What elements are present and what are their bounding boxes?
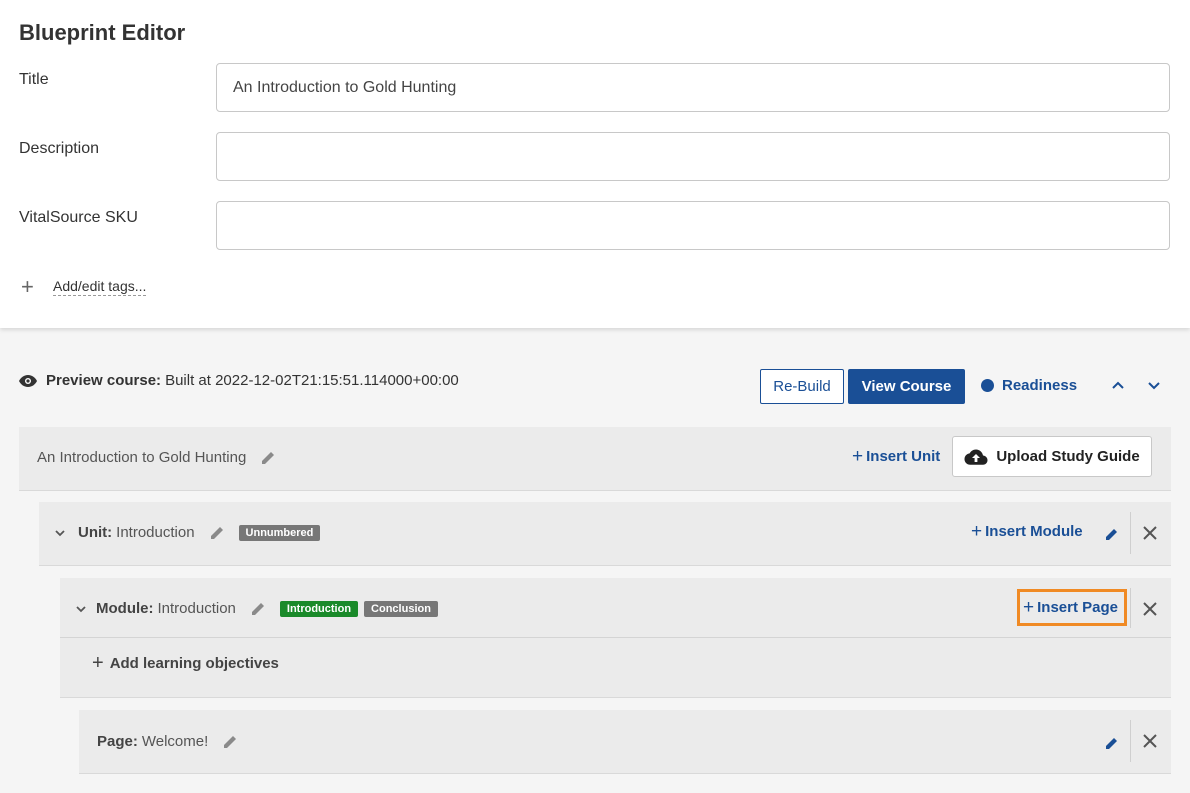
course-title: An Introduction to Gold Hunting: [37, 449, 247, 466]
title-input[interactable]: [216, 63, 1170, 112]
pencil-icon[interactable]: [209, 525, 225, 541]
pencil-icon[interactable]: [260, 450, 276, 466]
unit-title-group: Unit: Introduction Unnumbered: [54, 524, 321, 541]
page-prefix: Page:: [97, 733, 138, 750]
close-icon[interactable]: [1142, 601, 1158, 617]
conclusion-badge: Conclusion: [364, 600, 438, 617]
insert-module-label: Insert Module: [985, 523, 1083, 540]
upload-study-guide-button[interactable]: Upload Study Guide: [952, 436, 1152, 477]
unit-prefix: Unit:: [78, 524, 113, 541]
preview-label: Preview course:: [46, 372, 162, 389]
add-edit-tags-link[interactable]: Add/edit tags...: [53, 278, 147, 296]
page-row: [79, 710, 1171, 774]
divider: [1130, 588, 1131, 628]
module-prefix: Module:: [96, 600, 154, 617]
chevron-up-icon[interactable]: [1110, 377, 1126, 393]
unit-name: Introduction: [116, 524, 195, 541]
close-icon[interactable]: [1142, 733, 1158, 749]
title-label: Title: [19, 71, 49, 88]
module-title-group: Module: Introduction Introduction Conclu…: [75, 600, 438, 617]
plus-icon: +: [92, 652, 104, 674]
plus-icon: +: [852, 446, 864, 467]
insert-unit-label: Insert Unit: [866, 448, 941, 465]
divider: [1130, 512, 1131, 554]
divider: [1130, 720, 1131, 762]
course-title-group: An Introduction to Gold Hunting: [37, 449, 276, 466]
description-label: Description: [19, 140, 100, 157]
edit-icon[interactable]: [1105, 527, 1119, 541]
add-tags-row[interactable]: + Add/edit tags...: [21, 274, 147, 299]
cloud-upload-icon: [964, 449, 988, 465]
page-name: Welcome!: [141, 733, 209, 750]
plus-icon: +: [21, 274, 34, 299]
introduction-badge: Introduction: [279, 600, 359, 617]
page-title: Blueprint Editor: [19, 20, 186, 45]
rebuild-button[interactable]: Re-Build: [760, 369, 844, 404]
readiness-label: Readiness: [1002, 377, 1078, 394]
view-course-button[interactable]: View Course: [848, 369, 965, 404]
built-timestamp: Built at 2022-12-02T21:15:51.114000+00:0…: [165, 372, 459, 389]
chevron-down-icon[interactable]: [1146, 377, 1162, 393]
page-title-group: Page: Welcome!: [97, 733, 238, 750]
chevron-down-icon[interactable]: [75, 603, 87, 615]
description-input[interactable]: [216, 132, 1170, 181]
readiness-dot-icon: [981, 379, 994, 392]
add-learning-objectives-link[interactable]: + Add learning objectives: [92, 652, 279, 674]
edit-icon[interactable]: [1105, 736, 1119, 750]
sku-label: VitalSource SKU: [19, 209, 138, 226]
blueprint-editor-card: Blueprint Editor Title Description Vital…: [0, 0, 1190, 328]
insert-unit-link[interactable]: + Insert Unit: [852, 446, 941, 467]
upload-label: Upload Study Guide: [996, 448, 1140, 465]
chevron-down-icon[interactable]: [54, 527, 66, 539]
status-badge: Unnumbered: [238, 524, 321, 541]
pencil-icon[interactable]: [222, 734, 238, 750]
eye-icon: [19, 374, 37, 387]
add-objectives-label: Add learning objectives: [109, 655, 279, 672]
readiness-toggle[interactable]: Readiness: [981, 377, 1077, 394]
insert-page-highlight: [1017, 589, 1127, 626]
preview-course-status: Preview course: Built at 2022-12-02T21:1…: [19, 372, 459, 389]
close-icon[interactable]: [1142, 525, 1158, 541]
pencil-icon[interactable]: [250, 601, 266, 617]
sku-input[interactable]: [216, 201, 1170, 250]
insert-module-link[interactable]: + Insert Module: [971, 521, 1083, 542]
plus-icon: +: [971, 521, 983, 542]
module-name: Introduction: [157, 600, 236, 617]
